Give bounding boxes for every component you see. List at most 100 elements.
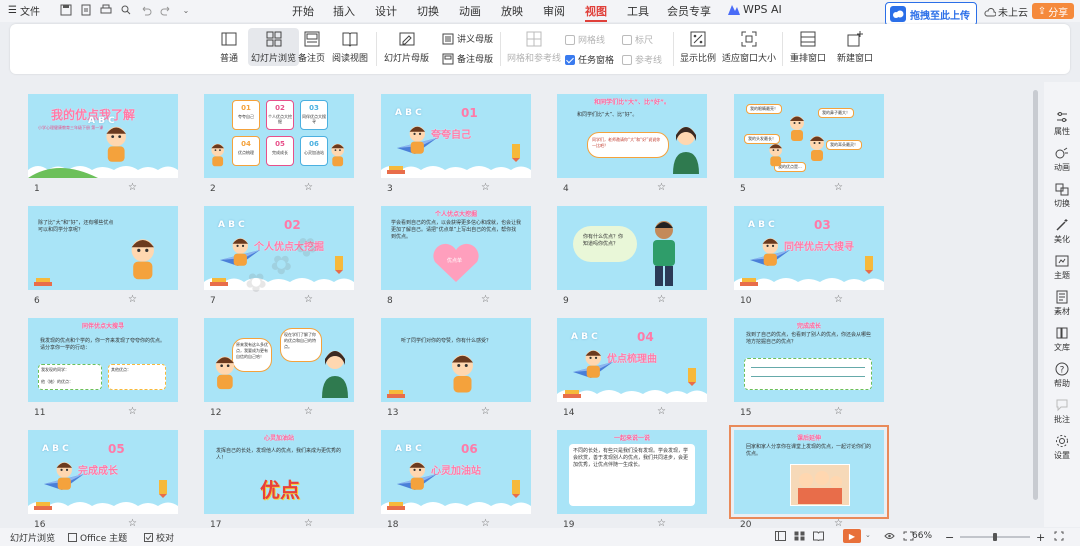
print-preview-icon[interactable] (118, 2, 134, 18)
star-icon[interactable]: ☆ (304, 406, 313, 417)
zoom-in-icon[interactable]: + (1036, 531, 1045, 544)
handout-master-button[interactable]: 讲义母版 (442, 32, 493, 45)
panel-properties[interactable]: 属性 (1044, 110, 1080, 137)
guides-checkbox[interactable]: 参考线 (622, 53, 662, 66)
star-icon[interactable]: ☆ (304, 294, 313, 305)
upload-button[interactable]: 拖拽至此上传 (885, 2, 977, 26)
eye-protection-icon[interactable] (884, 531, 895, 541)
grid-guides-button[interactable]: 网格和参考线 (507, 30, 561, 64)
slide-thumbnail[interactable]: 一起来说一说 不同的长处，有些只是我们没有发现。学会发现，学会欣赏，善于发现别人的… (557, 430, 707, 514)
new-window-button[interactable]: 新建窗口 (837, 30, 873, 64)
zoom-slider-handle[interactable] (993, 533, 997, 541)
notes-page-button[interactable]: 备注页 (298, 30, 325, 64)
tab-member[interactable]: 会员专享 (667, 3, 711, 19)
tab-insert[interactable]: 插入 (333, 3, 355, 19)
slide-thumbnail[interactable]: 个人优点大挖掘 学会看到自己的优点，以会获得更多信心和成就，也会让我更加了解自己。… (381, 206, 531, 290)
print-icon[interactable] (98, 2, 114, 18)
slide-browse-button[interactable]: 幻灯片浏览 (248, 28, 300, 66)
slide-thumbnail[interactable]: 和同学们比“大”、比“好”。 同学们，老师邀请你“大”和“好”说说你一比吧？ 和同学… (557, 94, 707, 178)
slide-browse-status-icon[interactable] (794, 531, 805, 541)
panel-transition[interactable]: 切换 (1044, 182, 1080, 209)
section-number: 02 (284, 218, 301, 232)
fit-window-button[interactable]: 适应窗口大小 (722, 30, 776, 64)
normal-view-button[interactable]: 普通 (220, 30, 238, 64)
cloud-status[interactable]: 未上云 (984, 4, 1028, 19)
tab-start[interactable]: 开始 (292, 3, 314, 19)
zoom-ratio-button[interactable]: 显示比例 (680, 30, 716, 64)
star-icon[interactable]: ☆ (481, 182, 490, 193)
panel-animation[interactable]: 动画 (1044, 146, 1080, 173)
slide-thumbnail[interactable]: 同伴优点大搜寻 我发现的优点和个学的，你一齐来发现了夸夸你的优点。请分享你一学的行… (28, 318, 178, 402)
ruler-checkbox[interactable]: 标尺 (622, 33, 653, 46)
panel-theme[interactable]: 主题 (1044, 254, 1080, 281)
export-icon[interactable] (78, 2, 94, 18)
tab-view[interactable]: 视图 (585, 3, 607, 22)
zoom-slider-track[interactable] (960, 533, 1030, 541)
slide-thumbnail[interactable]: 除了比“大”和“好”，还有哪些优点可以和同学分享呢？ (28, 206, 178, 290)
tab-design[interactable]: 设计 (375, 3, 397, 19)
slide-header: 一起来说一说 (613, 435, 650, 442)
theme-status[interactable]: Office 主题 (68, 531, 127, 544)
star-icon[interactable]: ☆ (128, 406, 137, 417)
normal-view-status-icon[interactable] (775, 531, 786, 541)
reading-view-status-icon[interactable] (813, 531, 824, 541)
zoom-level[interactable]: 66% (912, 531, 932, 541)
fit-page-icon[interactable] (1054, 531, 1064, 541)
slide-thumbnail[interactable]: 03 同伴优点大搜寻 A B C (734, 206, 884, 290)
arrange-window-button[interactable]: 重排窗口 (790, 30, 826, 64)
panel-settings[interactable]: 设置 (1044, 434, 1080, 461)
customize-toolbar-icon[interactable]: ⌄ (178, 2, 194, 18)
star-icon[interactable]: ☆ (304, 182, 313, 193)
star-icon[interactable]: ☆ (657, 406, 666, 417)
wps-ai-button[interactable]: WPS AI (728, 3, 782, 16)
slide-thumbnail[interactable]: 01 夸夸自己 02 个人优点大挖掘 03 同伴优点大搜寻 04 优点梳理 05 完成成长 06 心灵… (204, 94, 354, 178)
slide-thumbnail[interactable]: 课后延伸 回家和家人分享你在课堂上发现的优点，一起讨论你们的优点。 (729, 425, 889, 519)
redo-icon[interactable] (158, 2, 174, 18)
save-icon[interactable] (58, 2, 74, 18)
star-icon[interactable]: ☆ (834, 406, 843, 417)
zoom-out-icon[interactable]: − (945, 531, 954, 544)
gridlines-checkbox[interactable]: 网格线 (565, 33, 605, 46)
star-icon[interactable]: ☆ (481, 294, 490, 305)
slide-thumbnail[interactable]: 05 完成成长 A B C (28, 430, 178, 514)
notes-master-button[interactable]: 备注母版 (442, 52, 493, 65)
slide-thumbnail[interactable]: 听了同学们对你的夸赞，你有什么感受？ (381, 318, 531, 402)
panel-comment[interactable]: 批注 (1044, 398, 1080, 425)
star-icon[interactable]: ☆ (128, 294, 137, 305)
panel-library[interactable]: 文库 (1044, 326, 1080, 353)
panel-help[interactable]: ? 帮助 (1044, 362, 1080, 389)
slide-thumbnail[interactable]: 01 夸夸自己 A B C (381, 94, 531, 178)
star-icon[interactable]: ☆ (657, 294, 666, 305)
slideshow-options[interactable]: ⌄ (865, 531, 871, 539)
slide-master-button[interactable]: 幻灯片母版 (384, 30, 429, 64)
reading-view-button[interactable]: 阅读视图 (332, 30, 368, 64)
task-pane-checkbox[interactable]: 任务窗格 (565, 53, 614, 66)
tab-review[interactable]: 审阅 (543, 3, 565, 19)
star-icon[interactable]: ☆ (481, 406, 490, 417)
undo-icon[interactable] (138, 2, 154, 18)
tab-transition[interactable]: 切换 (417, 3, 439, 19)
star-icon[interactable]: ☆ (834, 294, 843, 305)
star-icon[interactable]: ☆ (657, 182, 666, 193)
slide-thumbnail[interactable]: 04 优点梳理曲 A B C (557, 318, 707, 402)
file-menu[interactable]: ☰ 文件 (8, 3, 40, 18)
tab-tools[interactable]: 工具 (627, 3, 649, 19)
share-button[interactable]: ⇪ 分享 (1032, 3, 1074, 19)
slide-thumbnail[interactable]: 我的优点我了解 小学心理健康教育三年级下册 第一课 A B C (28, 94, 178, 178)
proofread-status[interactable]: 校对 (144, 531, 174, 544)
tab-animation[interactable]: 动画 (459, 3, 481, 19)
slide-thumbnail[interactable]: 原来我有这么多优点，我要成为更有自信的自己哈！ 现在学们了解了你的优点和自己的特点… (204, 318, 354, 402)
slide-thumbnail[interactable]: 完成成长 找到了自己的优点，也看到了别人的优点，你还会从哪些地方挖掘自己的优点？ (734, 318, 884, 402)
slide-thumbnail[interactable]: 心灵加油站 发挥自己的长处，发现他人的优点，我们来成为更优秀的人！ 优点 (204, 430, 354, 514)
slide-thumbnail[interactable]: 我的眼睛最亮！ 我的鼻子最大！ 我的耳朵最灵！ 我的头发最长！ 我的优点是... (734, 94, 884, 178)
slide-thumbnail[interactable]: 02 个人优点大挖掘 A B C (204, 206, 354, 290)
tab-slideshow[interactable]: 放映 (501, 3, 523, 19)
slide-thumbnail[interactable]: 你有什么优点？你知道吗你优点？ (557, 206, 707, 290)
slide-thumbnail[interactable]: 06 心灵加油站 A B C (381, 430, 531, 514)
slideshow-button[interactable]: ▶ (843, 529, 861, 543)
panel-beautify[interactable]: 美化 (1044, 218, 1080, 245)
star-icon[interactable]: ☆ (834, 182, 843, 193)
scrollbar[interactable] (1033, 90, 1038, 500)
panel-materials[interactable]: 素材 (1044, 290, 1080, 317)
star-icon[interactable]: ☆ (128, 182, 137, 193)
